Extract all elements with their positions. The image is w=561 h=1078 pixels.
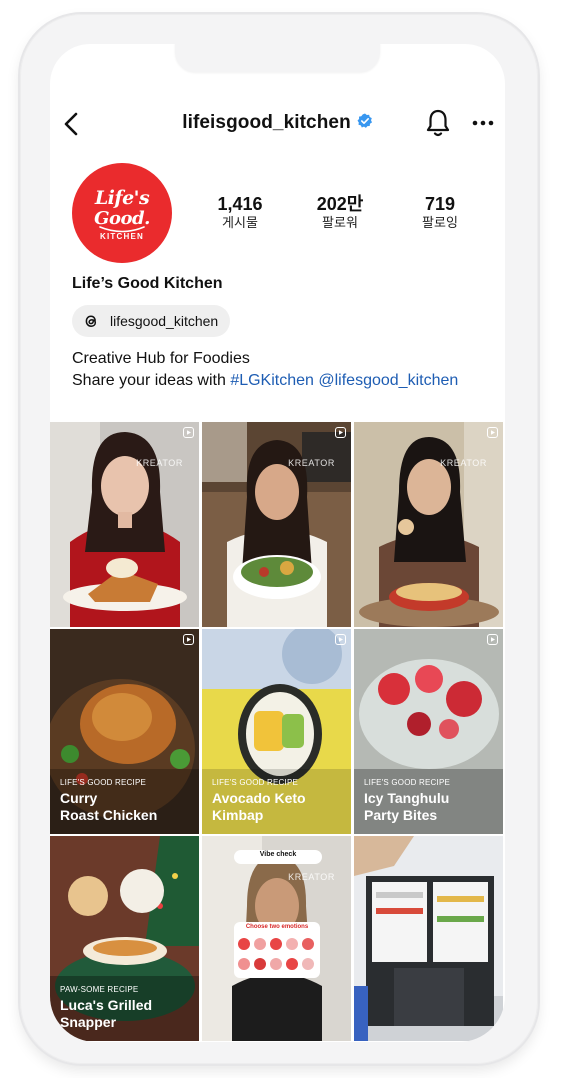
stat-posts-label: 게시물 — [222, 216, 258, 231]
reel-icon — [487, 427, 498, 438]
profile-bio: Creative Hub for Foodies Share your idea… — [72, 348, 458, 392]
app-screen: lifeisgood_kitchen Life's Good. KITCHEN … — [50, 44, 505, 1042]
threads-icon — [85, 315, 97, 327]
creator-label: KREATOR — [136, 458, 183, 468]
post-tile-6[interactable]: LIFE'S GOOD RECIPE Icy Tanghulu Party Bi… — [354, 629, 503, 834]
post-title-line2: Party Bites — [364, 807, 438, 823]
stat-posts-value: 1,416 — [217, 194, 263, 214]
stat-followers-label: 팔로워 — [322, 216, 358, 231]
story-sticker-title: Vibe check — [259, 851, 297, 858]
notification-bell-icon[interactable] — [424, 108, 452, 138]
post-thumbnail-3 — [354, 422, 503, 627]
post-kicker: PAW-SOME RECIPE — [60, 985, 139, 994]
stat-followers-value: 202만 — [316, 194, 364, 214]
creator-label: KREATOR — [288, 458, 335, 468]
post-tile-1[interactable]: KREATOR — [50, 422, 199, 627]
reel-icon — [335, 634, 346, 645]
posts-grid: KREATOR KREATOR KREATOR LIFE'S GOOD RECI… — [50, 422, 505, 1042]
story-sticker-subtitle: Choose two emotions — [245, 924, 309, 930]
verified-badge-icon — [357, 113, 372, 128]
threads-link-chip[interactable]: lifesgood_kitchen — [72, 305, 231, 337]
post-tile-8[interactable]: Vibe check Choose two emotions KREATOR — [202, 836, 351, 1041]
post-kicker: LIFE'S GOOD RECIPE — [60, 778, 147, 787]
post-thumbnail-1 — [50, 422, 199, 627]
threads-handle: lifesgood_kitchen — [110, 313, 219, 329]
post-title-line2: Kimbap — [212, 807, 264, 823]
post-title-line2: Snapper — [60, 1014, 117, 1030]
post-tile-2[interactable]: KREATOR — [202, 422, 351, 627]
phone-notch — [175, 44, 380, 72]
more-options-icon[interactable] — [470, 110, 496, 136]
bio-mention-link[interactable]: @lifesgood_kitchen — [318, 372, 458, 389]
stat-following-value: 719 — [424, 194, 456, 214]
post-title-line1: Curry — [60, 790, 98, 806]
profile-header: lifeisgood_kitchen — [50, 104, 505, 144]
post-title-line1: Icy Tanghulu — [364, 790, 450, 806]
bio-hashtag-link[interactable]: #LGKitchen — [230, 372, 314, 389]
reel-icon — [183, 634, 194, 645]
post-title-line1: Avocado Keto — [212, 790, 306, 806]
creator-label: KREATOR — [288, 872, 335, 882]
bio-line-1: Creative Hub for Foodies — [72, 350, 250, 367]
avatar-logo-line1: Life's — [94, 187, 150, 209]
post-thumbnail-8 — [202, 836, 351, 1041]
reel-icon — [183, 427, 194, 438]
post-thumbnail-2 — [202, 422, 351, 627]
stat-posts[interactable]: 1,416 게시물 — [200, 193, 280, 233]
post-thumbnail-9 — [354, 836, 503, 1041]
post-tile-5[interactable]: LIFE'S GOOD RECIPE Avocado Keto Kimbap — [202, 629, 351, 834]
creator-label: KREATOR — [440, 458, 487, 468]
post-title-line1: Luca's Grilled — [60, 997, 153, 1013]
stat-following[interactable]: 719 팔로잉 — [400, 193, 480, 233]
bio-line-2-prefix: Share your ideas with — [72, 372, 231, 389]
profile-display-name: Life’s Good Kitchen — [72, 275, 223, 292]
post-tile-4[interactable]: LIFE'S GOOD RECIPE Curry Roast Chicken — [50, 629, 199, 834]
post-tile-3[interactable]: KREATOR — [354, 422, 503, 627]
stat-following-label: 팔로잉 — [422, 216, 458, 231]
bio-line-2: Share your ideas with #LGKitchen @lifesg… — [72, 370, 458, 392]
profile-username: lifeisgood_kitchen — [182, 112, 351, 133]
post-tile-9[interactable] — [354, 836, 503, 1041]
post-kicker: LIFE'S GOOD RECIPE — [364, 778, 451, 787]
stat-followers[interactable]: 202만 팔로워 — [300, 193, 380, 233]
profile-stats: 1,416 게시물 202만 팔로워 719 팔로잉 — [200, 193, 500, 241]
post-kicker: LIFE'S GOOD RECIPE — [212, 778, 299, 787]
avatar-logo-sub: KITCHEN — [100, 232, 144, 241]
profile-avatar[interactable]: Life's Good. KITCHEN — [72, 163, 172, 263]
reel-icon — [335, 427, 346, 438]
reel-icon — [487, 634, 498, 645]
post-tile-7[interactable]: PAW-SOME RECIPE Luca's Grilled Snapper — [50, 836, 199, 1041]
post-title-line2: Roast Chicken — [60, 807, 158, 823]
